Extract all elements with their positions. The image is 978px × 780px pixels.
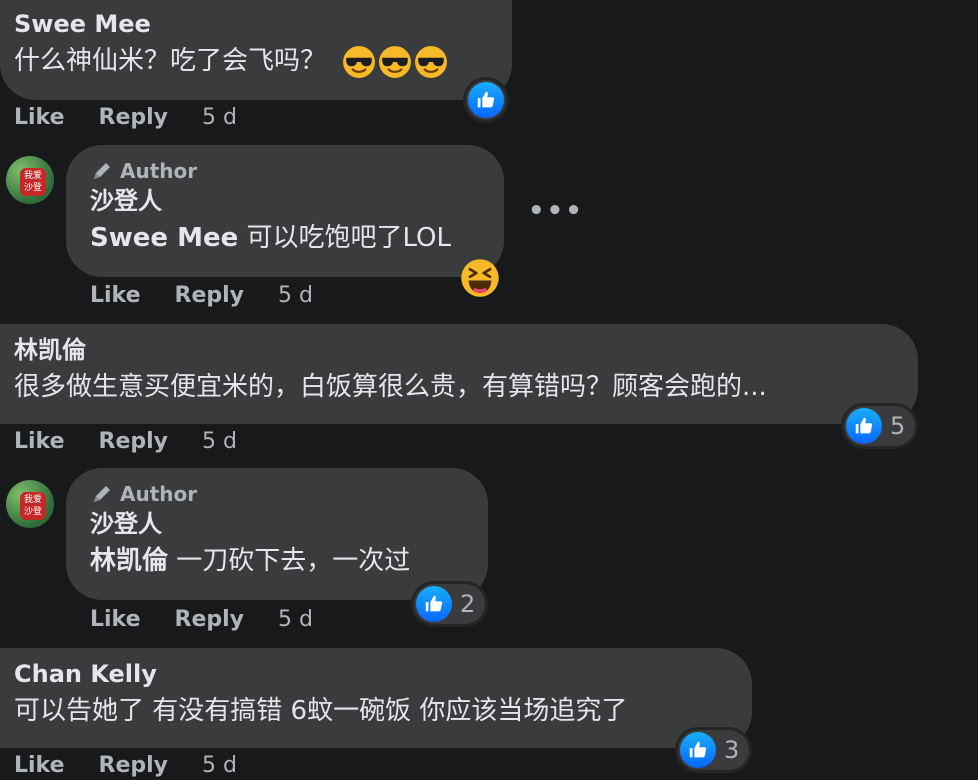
author-badge: Author bbox=[90, 159, 480, 183]
sunglasses-emoji-icon bbox=[342, 45, 376, 79]
author-label: Author bbox=[120, 482, 198, 506]
reaction-badge[interactable]: 3 bbox=[678, 730, 750, 770]
author-label: Author bbox=[120, 159, 198, 183]
comment-text: Swee Mee 可以吃饱吧了LOL bbox=[90, 221, 480, 255]
mention-link[interactable]: Swee Mee bbox=[90, 223, 238, 253]
comment-actions: Like Reply 5 d bbox=[14, 428, 237, 456]
timestamp[interactable]: 5 d bbox=[202, 752, 237, 780]
commenter-name[interactable]: 林凯倫 bbox=[14, 336, 904, 364]
commenter-name[interactable]: Chan Kelly bbox=[14, 660, 738, 688]
reaction-count: 2 bbox=[460, 590, 476, 618]
comment-body: 可以告她了 有没有搞错 6蚊一碗饭 你应该当场追究了 bbox=[14, 696, 628, 726]
mention-link[interactable]: 林凯倫 bbox=[90, 546, 168, 576]
commenter-name[interactable]: 沙登人 bbox=[90, 510, 464, 538]
comment-text: 林凯倫 一刀砍下去，一次过 bbox=[90, 544, 464, 578]
like-button[interactable]: Like bbox=[14, 104, 65, 132]
reaction-badge[interactable]: 5 bbox=[844, 406, 916, 446]
comment-actions: Like Reply 5 d bbox=[90, 282, 313, 310]
comment-bubble: Author 沙登人 林凯倫 一刀砍下去，一次过 bbox=[66, 468, 488, 600]
avatar[interactable]: 我爱沙登 bbox=[6, 156, 54, 204]
like-button[interactable]: Like bbox=[14, 752, 65, 780]
like-button[interactable]: Like bbox=[14, 428, 65, 456]
like-icon bbox=[416, 586, 452, 622]
reply-button[interactable]: Reply bbox=[99, 428, 169, 456]
timestamp[interactable]: 5 d bbox=[202, 428, 237, 456]
like-button[interactable]: Like bbox=[90, 282, 141, 310]
comment-body: 可以吃饱吧了LOL bbox=[238, 223, 451, 253]
comment-bubble: Swee Mee 什么神仙米？吃了会飞吗？ bbox=[0, 0, 512, 100]
reaction-badge[interactable] bbox=[466, 80, 506, 120]
pen-icon bbox=[90, 159, 114, 183]
comment-bubble: Author 沙登人 Swee Mee 可以吃饱吧了LOL bbox=[66, 145, 504, 277]
avatar-seal: 我爱沙登 bbox=[20, 492, 46, 520]
reaction-badge[interactable]: 2 bbox=[414, 584, 486, 624]
like-button[interactable]: Like bbox=[90, 606, 141, 634]
comment-bubble: 林凯倫 很多做生意买便宜米的，白饭算很么贵，有算错吗？顾客会跑的... bbox=[0, 324, 918, 424]
like-icon bbox=[680, 732, 716, 768]
reply-button[interactable]: Reply bbox=[175, 606, 245, 634]
reaction-badge[interactable] bbox=[458, 258, 502, 298]
comment-body: 一刀砍下去，一次过 bbox=[168, 546, 411, 576]
comment-actions: Like Reply 5 d bbox=[90, 606, 313, 634]
reaction-count: 5 bbox=[890, 412, 906, 440]
like-icon bbox=[468, 82, 504, 118]
laughing-emoji-icon bbox=[460, 258, 500, 298]
avatar-seal: 我爱沙登 bbox=[20, 168, 46, 196]
comment-body: 很多做生意买便宜米的，白饭算很么贵，有算错吗？顾客会跑的... bbox=[14, 372, 767, 402]
sunglasses-emoji-icon bbox=[414, 45, 448, 79]
commenter-name[interactable]: Swee Mee bbox=[14, 10, 498, 38]
pen-icon bbox=[90, 482, 114, 506]
comment-actions: Like Reply 5 d bbox=[14, 752, 237, 780]
commenter-name[interactable]: 沙登人 bbox=[90, 187, 480, 215]
timestamp[interactable]: 5 d bbox=[202, 104, 237, 132]
comment-actions: Like Reply 5 d bbox=[14, 104, 237, 132]
sunglasses-emoji-icon bbox=[378, 45, 412, 79]
reply-button[interactable]: Reply bbox=[99, 752, 169, 780]
comment-text: 什么神仙米？吃了会飞吗？ bbox=[14, 44, 498, 79]
avatar[interactable]: 我爱沙登 bbox=[6, 480, 54, 528]
timestamp[interactable]: 5 d bbox=[278, 282, 313, 310]
reply-button[interactable]: Reply bbox=[99, 104, 169, 132]
timestamp[interactable]: 5 d bbox=[278, 606, 313, 634]
reply-button[interactable]: Reply bbox=[175, 282, 245, 310]
more-options-icon[interactable]: ••• bbox=[528, 196, 584, 226]
author-badge: Author bbox=[90, 482, 464, 506]
reaction-count: 3 bbox=[724, 736, 740, 764]
comment-body: 什么神仙米？吃了会飞吗？ bbox=[14, 46, 327, 76]
like-icon bbox=[846, 408, 882, 444]
comment-bubble: Chan Kelly 可以告她了 有没有搞错 6蚊一碗饭 你应该当场追究了 bbox=[0, 648, 752, 748]
